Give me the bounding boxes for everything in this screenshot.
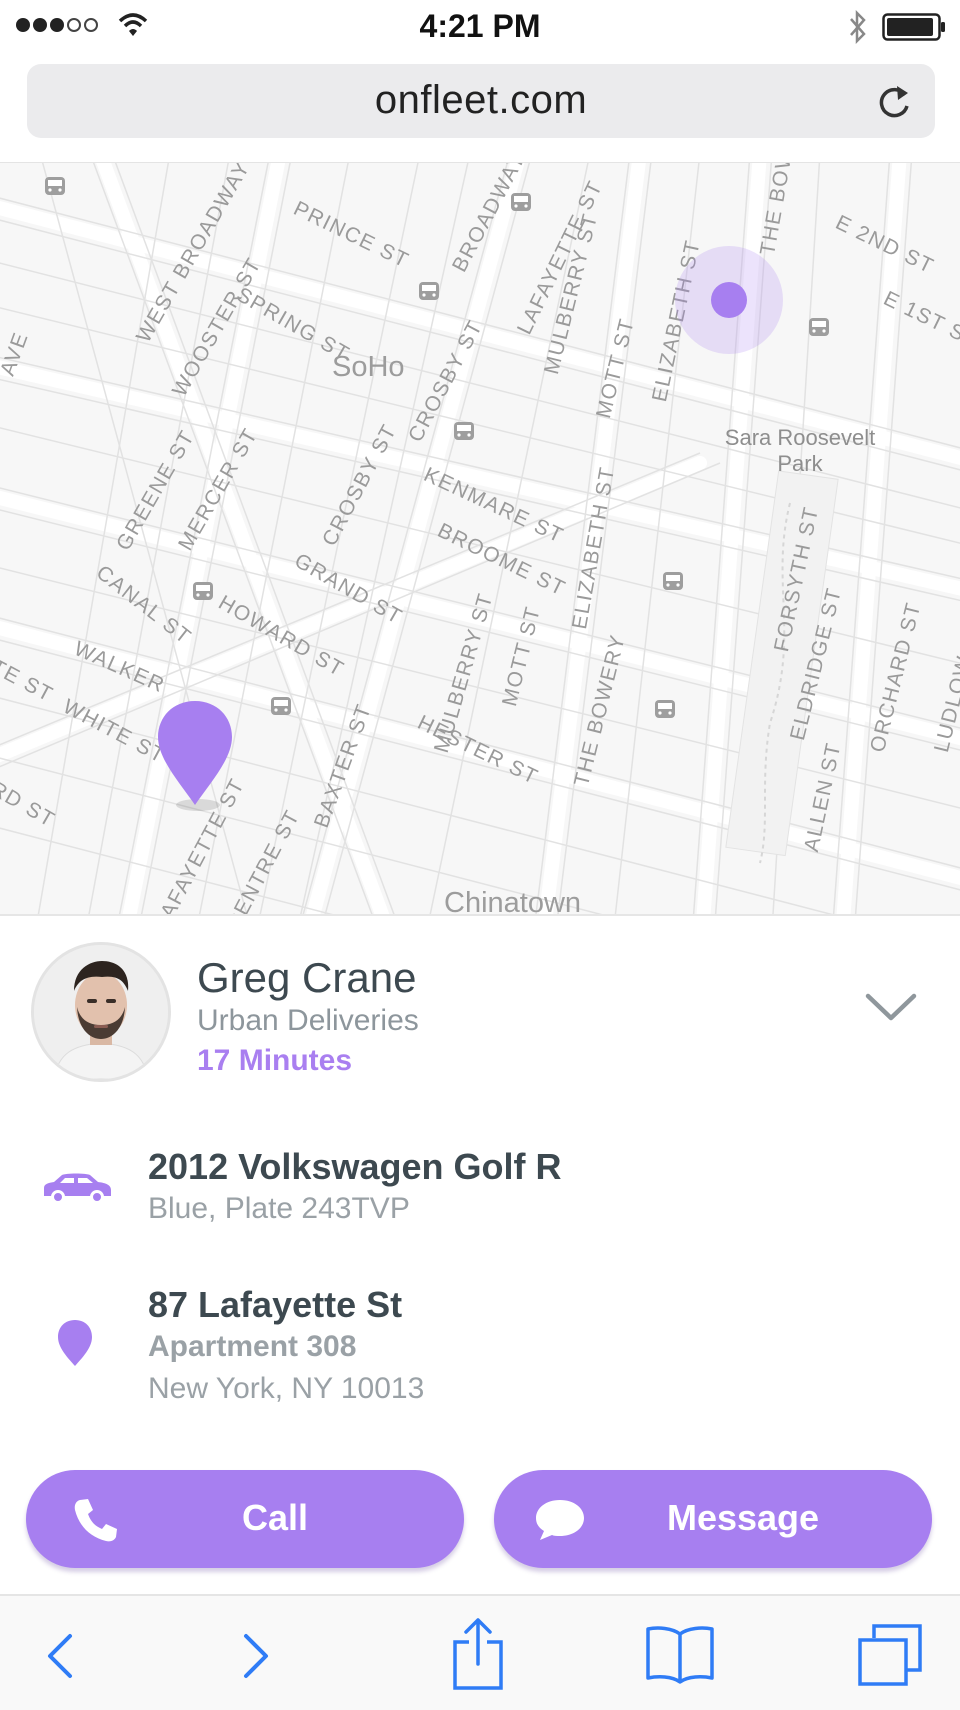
destination-unit: Apartment 308: [148, 1330, 357, 1363]
back-icon[interactable]: [44, 1632, 76, 1680]
driver-name: Greg Crane: [197, 954, 417, 1001]
chevron-down-icon[interactable]: [864, 990, 918, 1024]
subway-icon: [655, 700, 675, 718]
destination-row: 87 Lafayette St Apartment 308 New York, …: [0, 1276, 960, 1426]
browser-toolbar: [0, 1594, 960, 1710]
bookmarks-icon[interactable]: [644, 1624, 716, 1686]
subway-icon: [45, 177, 65, 195]
message-button[interactable]: Message: [494, 1470, 932, 1568]
location-pin-icon: [58, 1320, 92, 1366]
eta-label: 17 Minutes: [197, 1044, 353, 1077]
area-label-chinatown: Chinatown: [444, 887, 582, 916]
subway-icon: [419, 282, 439, 300]
address-bar[interactable]: onfleet.com: [27, 64, 935, 138]
vehicle-detail: Blue, Plate 243TVP: [148, 1192, 410, 1225]
driver-company: Urban Deliveries: [197, 1004, 419, 1037]
subway-icon: [271, 697, 291, 715]
reload-icon[interactable]: [875, 82, 913, 122]
call-button[interactable]: Call: [26, 1470, 464, 1568]
subway-icon: [663, 572, 683, 590]
call-button-label: Call: [241, 1497, 309, 1538]
destination-street: 87 Lafayette St: [148, 1284, 403, 1325]
destination-pin-icon[interactable]: [150, 697, 240, 817]
vehicle-row: 2012 Volkswagen Golf R Blue, Plate 243TV…: [0, 1134, 960, 1234]
driver-photo: [34, 945, 168, 1079]
driver-card: Greg Crane Urban Deliveries 17 Minutes: [0, 918, 960, 1098]
map-view[interactable]: PRINCE ST BROADWAY LAFAYETTE ST MULBERRY…: [0, 162, 960, 916]
avatar: [31, 942, 171, 1082]
status-time: 4:21 PM: [419, 8, 541, 44]
driver-location-marker[interactable]: [674, 245, 784, 355]
park-label: Sara Roosevelt Park: [724, 425, 876, 476]
area-label-soho: SoHo: [332, 351, 405, 383]
subway-icon: [193, 582, 213, 600]
url-text: onfleet.com: [374, 78, 588, 122]
battery-icon: [882, 13, 945, 41]
share-icon[interactable]: [450, 1616, 506, 1692]
subway-icon: [511, 193, 531, 211]
tabs-icon[interactable]: [856, 1622, 924, 1688]
destination-city: New York, NY 10013: [148, 1372, 425, 1405]
status-bar: 4:21 PM: [0, 0, 960, 56]
subway-icon: [454, 422, 474, 440]
vehicle-model: 2012 Volkswagen Golf R: [148, 1146, 562, 1187]
subway-icon: [809, 318, 829, 336]
car-icon: [44, 1173, 111, 1202]
wifi-icon: [118, 13, 148, 36]
message-button-label: Message: [666, 1497, 820, 1538]
bluetooth-icon: [850, 10, 866, 44]
forward-icon[interactable]: [240, 1632, 272, 1680]
